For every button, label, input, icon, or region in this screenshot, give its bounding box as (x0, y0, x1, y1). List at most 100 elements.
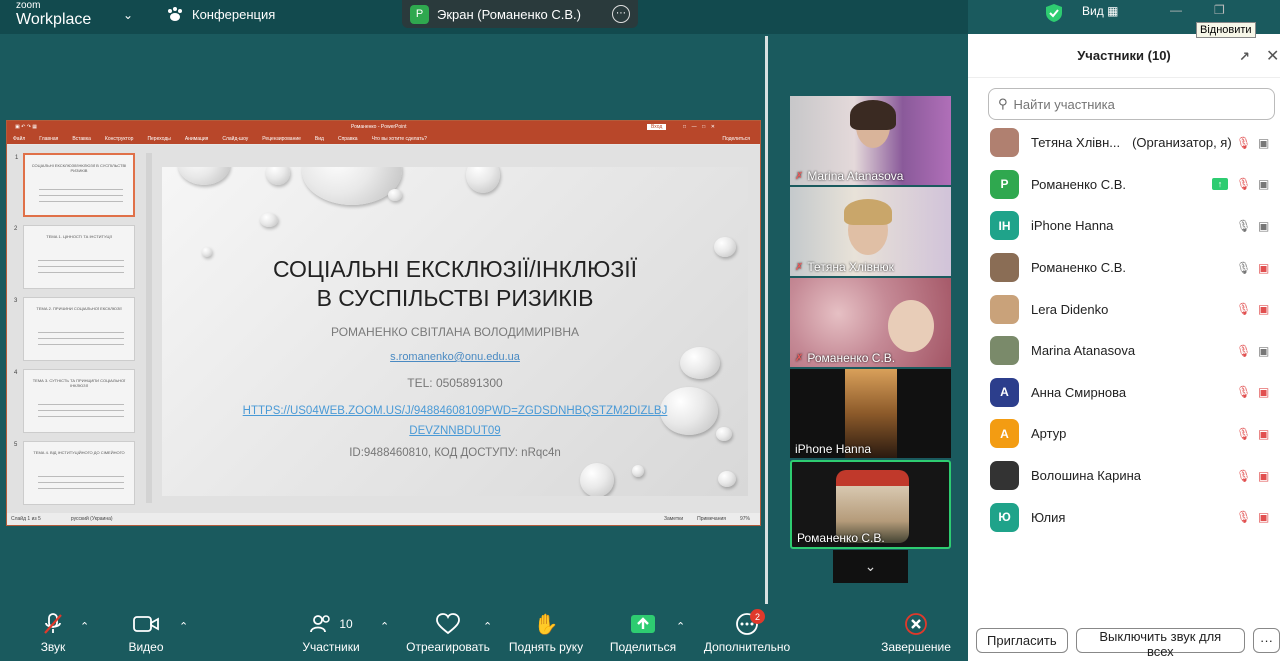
mic-icon[interactable]: 🎙︎ (1236, 261, 1251, 275)
scroll-down-button[interactable]: ⌄ (833, 550, 908, 583)
chevron-up-icon[interactable]: ⌃ (80, 620, 89, 633)
participants-button[interactable]: 10 Участники (297, 613, 365, 654)
chevron-up-icon[interactable]: ⌃ (179, 620, 188, 633)
mic-muted-icon[interactable]: 🎙︎ (1236, 344, 1251, 358)
camera-icon[interactable]: ▣ (1258, 136, 1269, 150)
camera-off-icon[interactable]: ▣ (1258, 385, 1269, 399)
chevron-up-icon[interactable]: ⌃ (676, 620, 685, 633)
video-tile[interactable]: ✗ Романенко С.В. (790, 278, 951, 367)
mic-muted-icon[interactable]: 🎙︎ (1236, 385, 1251, 399)
meeting-info-button[interactable]: Конференция (166, 6, 275, 22)
view-label: Вид (1082, 4, 1104, 18)
ppt-body: 1 СОЦІАЛЬНІ ЕКСКЛЮЗІЇ/ІНКЛЮЗІЇ В СУСПІЛЬС… (7, 145, 760, 513)
active-video-tile[interactable]: Романенко С.В. (790, 460, 951, 549)
thumb-number: 4 (14, 370, 18, 376)
thumb-line (38, 266, 124, 267)
chevron-down-icon[interactable]: ⌄ (123, 8, 133, 22)
mic-muted-icon[interactable]: 🎙︎ (1236, 427, 1251, 441)
participant-role: (Организатор, я) (1132, 135, 1232, 151)
participant-name: Тетяна Хлівн... (1031, 135, 1121, 151)
camera-off-icon[interactable]: ▣ (1258, 427, 1269, 441)
audio-button[interactable]: Звук (28, 613, 78, 654)
participant-row[interactable]: Волошина Карина 🎙︎ ▣ (968, 455, 1280, 497)
thumb-title: ТЕМА 4. ВІД ІНСТИТУЦІЙНОГО ДО СІМЕЙНОГО (33, 450, 125, 455)
mic-muted-icon[interactable]: 🎙︎ (1236, 469, 1251, 483)
search-input[interactable] (1013, 96, 1254, 112)
video-tile[interactable]: iPhone Hanna (790, 369, 951, 458)
water-drop (466, 167, 500, 193)
chevron-up-icon[interactable]: ⌃ (380, 620, 389, 633)
more-options-icon[interactable]: ⋯ (612, 5, 630, 23)
more-toolbar-button[interactable]: 2 Дополнительно (698, 609, 796, 654)
participant-count: 10 (339, 617, 353, 631)
share-button[interactable]: Поделиться (606, 613, 680, 654)
water-drop (260, 213, 278, 227)
participant-row[interactable]: IH iPhone Hanna 🎙︎ ▣ (968, 205, 1280, 247)
mic-muted-icon[interactable]: 🎙︎ (1236, 177, 1251, 191)
video-tile[interactable]: ✗ Тетяна Хлівнюк (790, 187, 951, 276)
thumb-line (38, 410, 124, 411)
mic-muted-icon[interactable]: 🎙︎ (1236, 302, 1251, 316)
camera-icon[interactable]: ▣ (1258, 219, 1269, 233)
mute-all-button[interactable]: Выключить звук для всех (1075, 628, 1245, 659)
thumb-title: ТЕМА 2. ПРИЧИНИ СОЦІАЛЬНОЇ ЕКСКЛЮЗІЇ (36, 306, 122, 311)
avatar (990, 336, 1019, 366)
popout-icon[interactable]: ↗ (1239, 49, 1250, 65)
panel-footer: Пригласить Выключить звук для всех ··· (976, 628, 1280, 659)
tile-name-text: Романенко С.В. (807, 351, 896, 365)
participant-row[interactable]: P Романенко С.В. ↑ 🎙︎ ▣ (968, 164, 1280, 206)
share-label: Поделиться (609, 640, 677, 654)
mic-muted-icon[interactable]: 🎙︎ (1236, 136, 1251, 150)
react-button[interactable]: Отреагировать (402, 613, 494, 654)
camera-icon[interactable]: ▣ (1258, 177, 1269, 191)
participants-panel: Участники (10) ↗ ✕ ⚲ Тетяна Хлівн... (Орг… (968, 34, 1280, 661)
video-tile[interactable]: ✗ Marina Atanasova (790, 96, 951, 185)
ppt-statusbar: Слайд 1 из 5 русский (Украина) Заметки П… (7, 513, 760, 525)
split-handle[interactable] (765, 36, 768, 604)
camera-off-icon[interactable]: ▣ (1258, 510, 1269, 524)
water-drop (388, 189, 402, 201)
raise-hand-button[interactable]: ✋ Поднять руку (504, 613, 588, 655)
zoom-logo[interactable]: zoom Workplace (16, 0, 91, 28)
ppt-language: русский (Украина) (70, 516, 113, 522)
close-icon[interactable]: ✕ (1266, 46, 1279, 66)
participant-row[interactable]: Ю Юлия 🎙︎ ▣ (968, 496, 1280, 538)
participant-row[interactable]: А Анна Смирнова 🎙︎ ▣ (968, 372, 1280, 414)
ppt-share-button: Поделиться (722, 135, 750, 142)
raise-hand-label: Поднять руку (508, 640, 584, 654)
ppt-slide-count: Слайд 1 из 5 (11, 516, 41, 522)
search-box[interactable]: ⚲ (988, 88, 1275, 120)
camera-off-icon[interactable]: ▣ (1258, 302, 1269, 316)
people-icon (310, 615, 331, 633)
shield-check-icon[interactable] (1045, 3, 1063, 23)
camera-icon[interactable]: ▣ (1258, 344, 1269, 358)
water-drop (302, 167, 402, 205)
participant-row[interactable]: Lera Didenko 🎙︎ ▣ (968, 288, 1280, 330)
view-button[interactable]: Вид ▦ (1082, 4, 1118, 18)
minimize-icon[interactable]: — (1170, 3, 1182, 17)
participant-row[interactable]: Тетяна Хлівн... (Организатор, я) 🎙︎ ▣ (968, 122, 1280, 164)
mic-muted-icon[interactable]: 🎙︎ (1236, 510, 1251, 524)
end-button[interactable]: Завершение (876, 613, 956, 654)
camera-off-icon[interactable]: ▣ (1258, 469, 1269, 483)
invite-button[interactable]: Пригласить (976, 628, 1068, 653)
restore-icon[interactable]: ❐ (1214, 3, 1225, 17)
tile-name-text: Тетяна Хлівнюк (807, 260, 894, 274)
chevron-up-icon[interactable]: ⌃ (483, 620, 492, 633)
search-icon: ⚲ (998, 96, 1008, 111)
screen-share-pill[interactable]: P Экран (Романенко С.В.) ⋯ (402, 0, 638, 28)
avatar: А (990, 377, 1019, 407)
participant-row[interactable]: Marina Atanasova 🎙︎ ▣ (968, 330, 1280, 372)
sharing-icon: ↑ (1212, 178, 1228, 191)
shared-powerpoint-window: ▣ ↶ ↷ ▦ Романенко - PowerPoint Вход □ — … (6, 120, 761, 526)
brand-bottom: Workplace (16, 11, 92, 28)
camera-off-icon[interactable]: ▣ (1258, 261, 1269, 275)
mic-icon[interactable]: 🎙︎ (1236, 219, 1251, 233)
more-button[interactable]: ··· (1253, 628, 1280, 653)
thumb-line (38, 332, 124, 333)
ppt-menu-item: Вставка (72, 135, 91, 142)
participant-row[interactable]: Романенко С.В. 🎙︎ ▣ (968, 247, 1280, 289)
tile-name-text: Романенко С.В. (797, 531, 885, 545)
participant-row[interactable]: А Артур 🎙︎ ▣ (968, 413, 1280, 455)
video-button[interactable]: Видео (120, 613, 172, 654)
